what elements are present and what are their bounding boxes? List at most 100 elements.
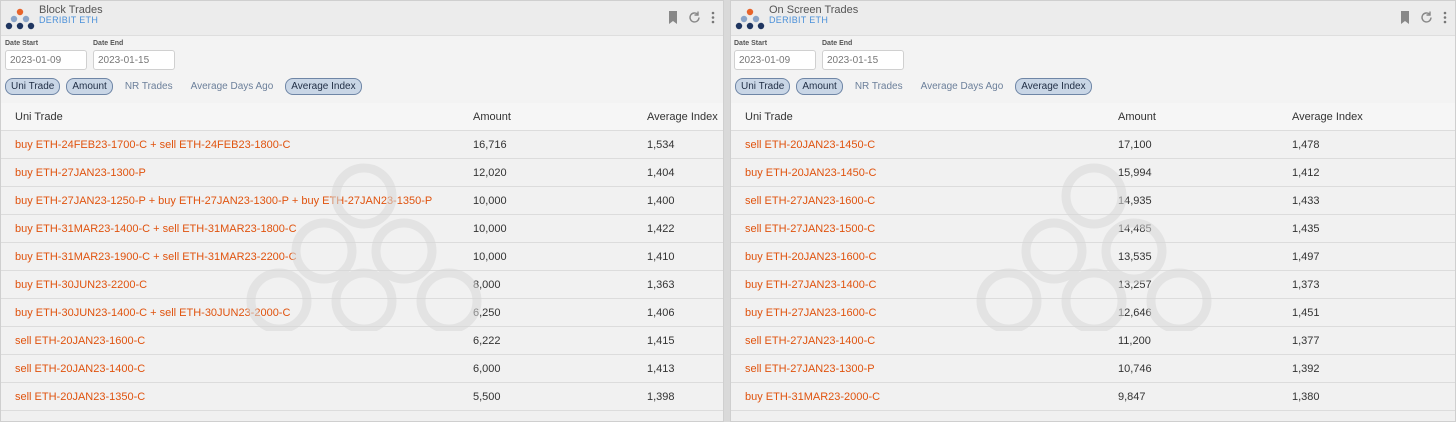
refresh-icon[interactable] — [1420, 11, 1433, 24]
average-index-cell: 1,433 — [1292, 194, 1320, 207]
trade-cell[interactable]: buy ETH-27JAN23-1300-P — [1, 167, 459, 179]
table-row[interactable]: buy ETH-27JAN23-1250-P + buy ETH-27JAN23… — [1, 187, 723, 215]
tab-nr-trades[interactable]: NR Trades — [849, 78, 909, 95]
table-row[interactable]: buy ETH-27JAN23-1300-P 12,020 1,404 — [1, 159, 723, 187]
trades-table: Uni Trade Amount Average Index sell ETH-… — [731, 103, 1455, 411]
panel-subtitle: DERIBIT ETH — [769, 15, 829, 25]
amount-cell: 15,994 — [1118, 166, 1152, 179]
table-row[interactable]: buy ETH-20JAN23-1450-C 15,994 1,412 — [731, 159, 1455, 187]
trade-cell[interactable]: sell ETH-20JAN23-1450-C — [731, 139, 1104, 151]
trade-cell[interactable]: buy ETH-27JAN23-1250-P + buy ETH-27JAN23… — [1, 195, 459, 207]
table-row[interactable]: buy ETH-24FEB23-1700-C + sell ETH-24FEB2… — [1, 131, 723, 159]
tab-uni-trade[interactable]: Uni Trade — [735, 78, 791, 95]
amount-cell: 6,000 — [473, 362, 501, 375]
column-header-amount[interactable]: Amount — [1104, 111, 1278, 123]
trade-cell[interactable]: buy ETH-27JAN23-1400-C — [731, 279, 1104, 291]
trade-cell[interactable]: buy ETH-20JAN23-1450-C — [731, 167, 1104, 179]
average-index-cell: 1,398 — [647, 390, 675, 403]
average-index-cell: 1,478 — [1292, 138, 1320, 151]
refresh-icon[interactable] — [688, 11, 701, 24]
trade-cell[interactable]: buy ETH-30JUN23-2200-C — [1, 279, 459, 291]
average-index-cell: 1,404 — [647, 166, 675, 179]
table-row[interactable]: sell ETH-20JAN23-1350-C 5,500 1,398 — [1, 383, 723, 411]
average-index-cell: 1,435 — [1292, 222, 1320, 235]
tab-average-days-ago[interactable]: Average Days Ago — [185, 78, 280, 95]
amount-cell: 8,000 — [473, 278, 501, 291]
block-trades-panel: Block Trades DERIBIT ETH Date Start Date… — [0, 0, 724, 422]
table-row[interactable]: sell ETH-20JAN23-1450-C 17,100 1,478 — [731, 131, 1455, 159]
table-row[interactable]: buy ETH-31MAR23-2000-C 9,847 1,380 — [731, 383, 1455, 411]
average-index-cell: 1,380 — [1292, 390, 1320, 403]
trade-cell[interactable]: sell ETH-27JAN23-1500-C — [731, 223, 1104, 235]
amount-cell: 12,646 — [1118, 306, 1152, 319]
amount-cell: 6,250 — [473, 306, 501, 319]
trades-table: Uni Trade Amount Average Index buy ETH-2… — [1, 103, 723, 411]
trade-cell[interactable]: buy ETH-31MAR23-1400-C + sell ETH-31MAR2… — [1, 223, 459, 235]
average-index-cell: 1,497 — [1292, 250, 1320, 263]
tab-average-index[interactable]: Average Index — [285, 78, 362, 95]
table-row[interactable]: buy ETH-31MAR23-1900-C + sell ETH-31MAR2… — [1, 243, 723, 271]
panel-subtitle: DERIBIT ETH — [39, 15, 99, 25]
column-header-uni-trade[interactable]: Uni Trade — [731, 111, 1104, 123]
date-end-label: Date End — [822, 40, 853, 47]
table-row[interactable]: sell ETH-20JAN23-1400-C 6,000 1,413 — [1, 355, 723, 383]
tab-amount[interactable]: Amount — [66, 78, 113, 95]
trade-cell[interactable]: sell ETH-20JAN23-1600-C — [1, 335, 459, 347]
trade-cell[interactable]: buy ETH-31MAR23-2000-C — [731, 391, 1104, 403]
average-index-cell: 1,400 — [647, 194, 675, 207]
tab-average-index[interactable]: Average Index — [1015, 78, 1092, 95]
trade-cell[interactable]: buy ETH-27JAN23-1600-C — [731, 307, 1104, 319]
tab-amount[interactable]: Amount — [796, 78, 843, 95]
average-index-cell: 1,412 — [1292, 166, 1320, 179]
column-toggle-tabs: Uni Trade Amount NR Trades Average Days … — [735, 78, 1092, 95]
trade-cell[interactable]: buy ETH-20JAN23-1600-C — [731, 251, 1104, 263]
trade-cell[interactable]: sell ETH-27JAN23-1600-C — [731, 195, 1104, 207]
date-start-input[interactable] — [734, 50, 816, 70]
table-row[interactable]: buy ETH-27JAN23-1600-C 12,646 1,451 — [731, 299, 1455, 327]
average-index-cell: 1,413 — [647, 362, 675, 375]
date-start-label: Date Start — [5, 40, 39, 47]
date-start-input[interactable] — [5, 50, 87, 70]
trade-cell[interactable]: sell ETH-20JAN23-1400-C — [1, 363, 459, 375]
table-row[interactable]: buy ETH-27JAN23-1400-C 13,257 1,373 — [731, 271, 1455, 299]
bookmark-icon[interactable] — [1400, 11, 1410, 24]
column-header-amount[interactable]: Amount — [459, 111, 633, 123]
trade-cell[interactable]: buy ETH-31MAR23-1900-C + sell ETH-31MAR2… — [1, 251, 459, 263]
trade-cell[interactable]: sell ETH-20JAN23-1350-C — [1, 391, 459, 403]
table-row[interactable]: sell ETH-20JAN23-1600-C 6,222 1,415 — [1, 327, 723, 355]
bookmark-icon[interactable] — [668, 11, 678, 24]
column-header-average-index[interactable]: Average Index — [633, 111, 723, 123]
average-index-cell: 1,415 — [647, 334, 675, 347]
date-end-input[interactable] — [822, 50, 904, 70]
table-row[interactable]: buy ETH-30JUN23-1400-C + sell ETH-30JUN2… — [1, 299, 723, 327]
table-row[interactable]: sell ETH-27JAN23-1400-C 11,200 1,377 — [731, 327, 1455, 355]
tab-average-days-ago[interactable]: Average Days Ago — [915, 78, 1010, 95]
column-header-average-index[interactable]: Average Index — [1278, 111, 1455, 123]
more-vertical-icon[interactable] — [1443, 11, 1447, 24]
column-header-uni-trade[interactable]: Uni Trade — [1, 111, 459, 123]
table-row[interactable]: buy ETH-31MAR23-1400-C + sell ETH-31MAR2… — [1, 215, 723, 243]
tab-uni-trade[interactable]: Uni Trade — [5, 78, 61, 95]
table-row[interactable]: sell ETH-27JAN23-1300-P 10,746 1,392 — [731, 355, 1455, 383]
logo-icon — [5, 8, 35, 30]
amount-cell: 14,485 — [1118, 222, 1152, 235]
trade-cell[interactable]: buy ETH-30JUN23-1400-C + sell ETH-30JUN2… — [1, 307, 459, 319]
panel-header: Block Trades DERIBIT ETH — [1, 1, 723, 36]
trade-cell[interactable]: sell ETH-27JAN23-1400-C — [731, 335, 1104, 347]
more-vertical-icon[interactable] — [711, 11, 715, 24]
logo-icon — [735, 8, 765, 30]
average-index-cell: 1,373 — [1292, 278, 1320, 291]
panel-header: On Screen Trades DERIBIT ETH — [731, 1, 1455, 36]
trade-cell[interactable]: sell ETH-27JAN23-1300-P — [731, 363, 1104, 375]
amount-cell: 10,746 — [1118, 362, 1152, 375]
table-row[interactable]: sell ETH-27JAN23-1500-C 14,485 1,435 — [731, 215, 1455, 243]
table-row[interactable]: buy ETH-20JAN23-1600-C 13,535 1,497 — [731, 243, 1455, 271]
table-row[interactable]: sell ETH-27JAN23-1600-C 14,935 1,433 — [731, 187, 1455, 215]
date-end-input[interactable] — [93, 50, 175, 70]
on-screen-trades-panel: On Screen Trades DERIBIT ETH Date Start … — [730, 0, 1456, 422]
table-row[interactable]: buy ETH-30JUN23-2200-C 8,000 1,363 — [1, 271, 723, 299]
amount-cell: 10,000 — [473, 194, 507, 207]
tab-nr-trades[interactable]: NR Trades — [119, 78, 179, 95]
trade-cell[interactable]: buy ETH-24FEB23-1700-C + sell ETH-24FEB2… — [1, 139, 459, 151]
average-index-cell: 1,392 — [1292, 362, 1320, 375]
